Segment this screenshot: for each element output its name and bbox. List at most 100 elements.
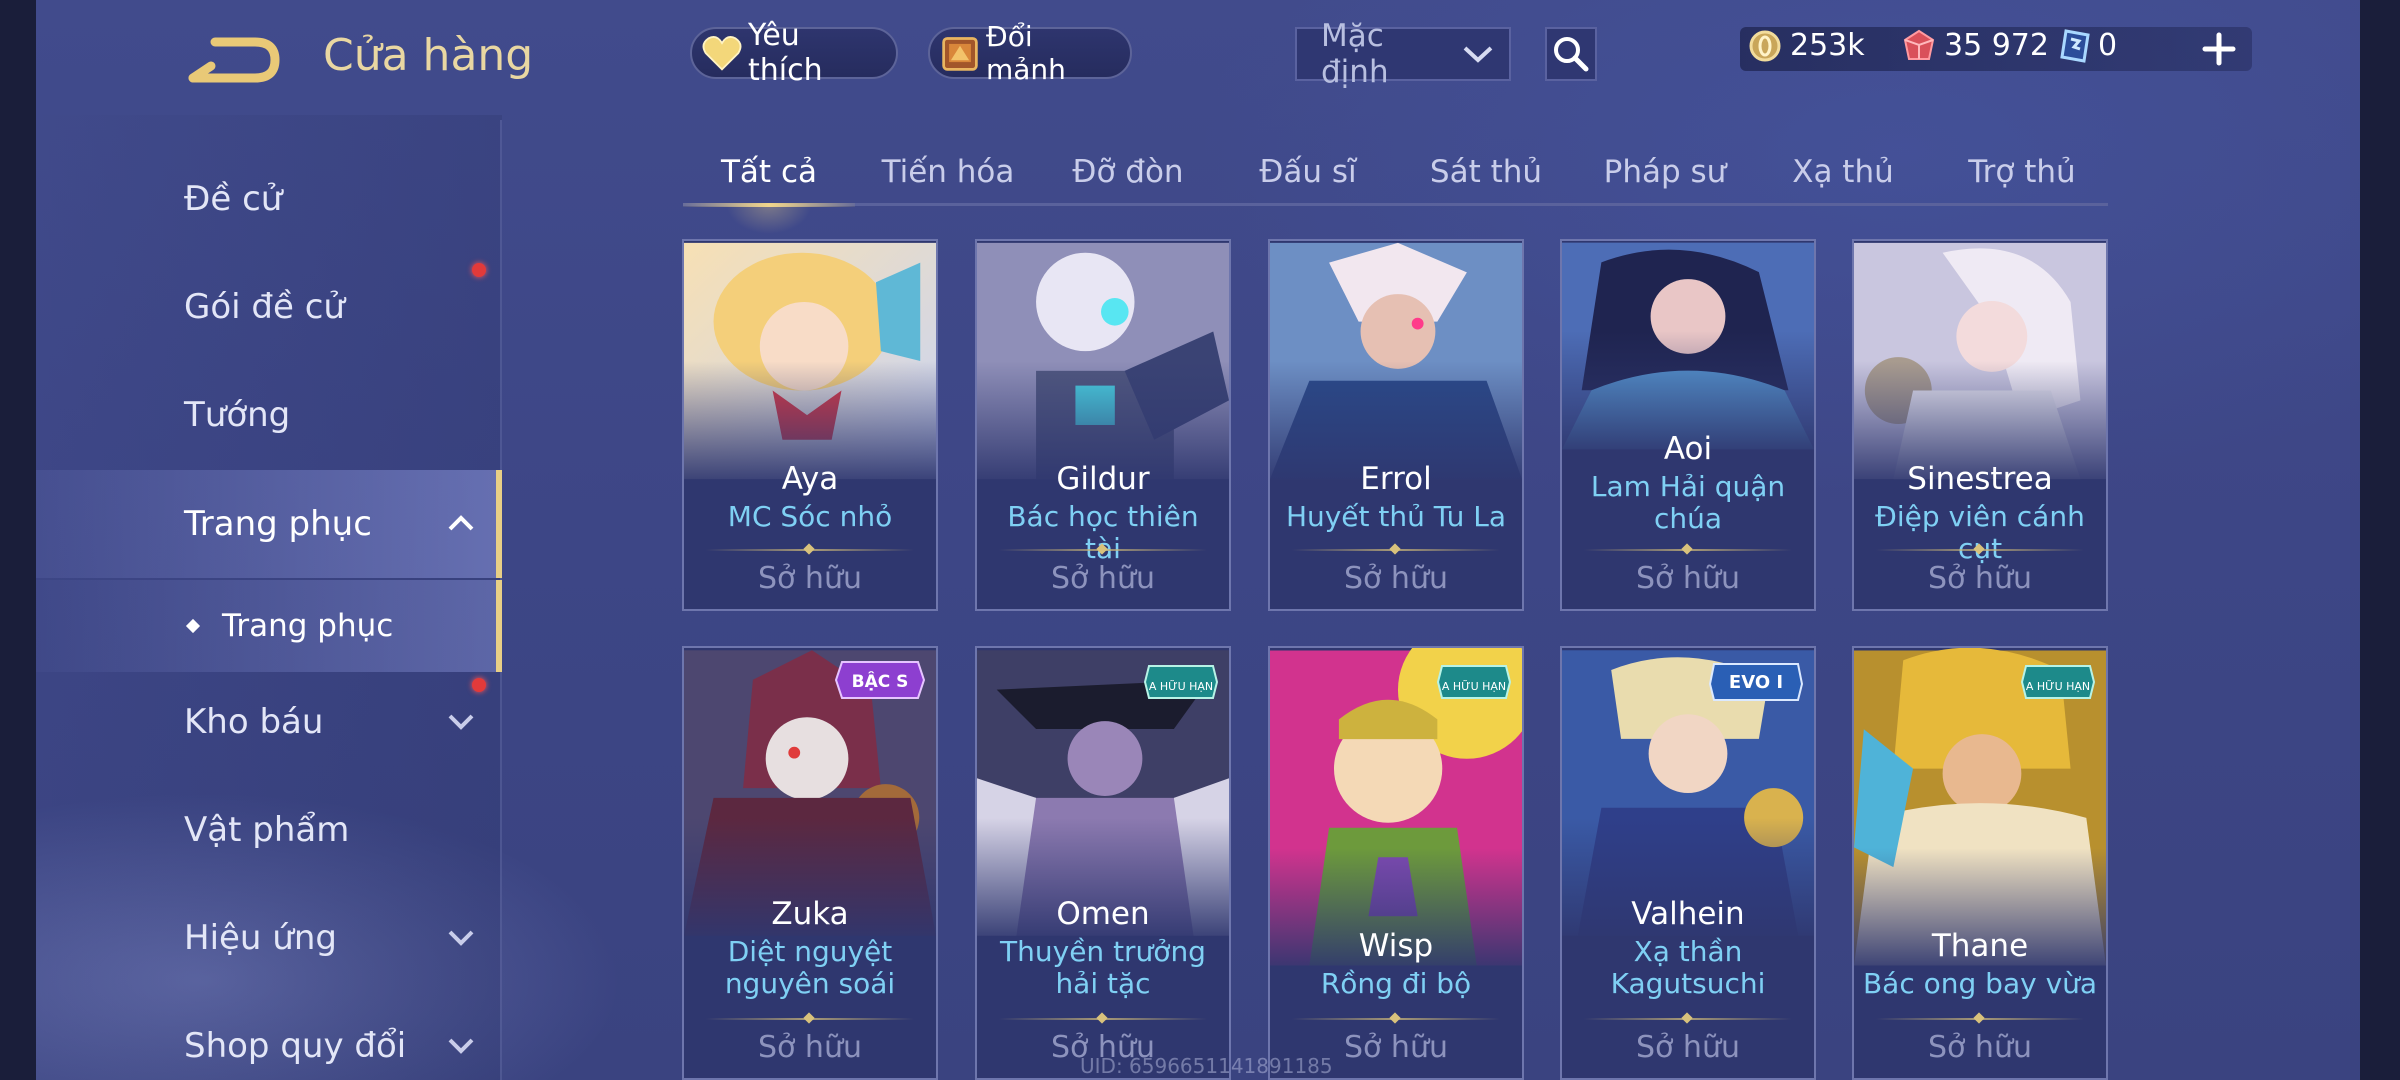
hero-name: Wisp bbox=[1358, 928, 1434, 964]
hero-name: Sinestrea bbox=[1907, 461, 2053, 497]
badge-text: BẬC S bbox=[852, 670, 909, 692]
divider-gem-icon bbox=[1681, 543, 1693, 555]
sidebar-item-heroes[interactable]: Tướng bbox=[36, 365, 502, 465]
sidebar-item-treasure[interactable]: Kho báu bbox=[36, 672, 502, 772]
divider-gem-icon bbox=[1681, 1012, 1693, 1024]
ruby-amount: 35 972 bbox=[1944, 28, 2049, 63]
sidebar-item-effects[interactable]: Hiệu ứng bbox=[36, 888, 502, 988]
skin-card[interactable]: Aoi Lam Hải quận chúa Sở hữu bbox=[1560, 239, 1816, 611]
skin-card[interactable]: Aya MC Sóc nhỏ Sở hữu bbox=[682, 239, 938, 611]
exchange-label: Đổi mảnh bbox=[986, 20, 1066, 86]
skin-name: Lam Hải quận chúa bbox=[1590, 470, 1786, 535]
badge-text: A HỮU HẠN bbox=[2026, 680, 2090, 693]
tab-support[interactable]: Trợ thủ bbox=[1935, 140, 2109, 204]
search-button[interactable] bbox=[1545, 27, 1597, 81]
skin-card[interactable]: Errol Huyết thủ Tu La Sở hữu bbox=[1268, 239, 1524, 611]
tab-tank[interactable]: Đỡ đòn bbox=[1043, 140, 1213, 204]
owned-status: Sở hữu bbox=[1344, 561, 1448, 596]
hero-name: Omen bbox=[1056, 896, 1150, 932]
card-shade bbox=[977, 361, 1229, 521]
favorites-label: Yêu thích bbox=[748, 18, 823, 88]
hero-name: Gildur bbox=[1056, 461, 1150, 497]
divider-gem-icon bbox=[803, 1012, 815, 1024]
gold-amount: 253k bbox=[1790, 28, 1865, 63]
tier-s-badge: BẬC S bbox=[834, 660, 926, 704]
skin-name: Bác ong bay vừa bbox=[1862, 967, 2098, 1000]
owned-status: Sở hữu bbox=[1636, 561, 1740, 596]
sort-dropdown[interactable]: Mặc định bbox=[1295, 18, 1511, 90]
skin-name: Xạ thần Kagutsuchi bbox=[1610, 935, 1766, 1000]
sidebar-item-label: Vật phẩm bbox=[184, 810, 350, 850]
gold-balance: 253k bbox=[1748, 28, 1865, 63]
sidebar-item-label: Shop quy đổi bbox=[184, 1026, 407, 1066]
sidebar-item-recommended[interactable]: Đề cử bbox=[36, 149, 502, 249]
screen-bezel-left bbox=[0, 0, 36, 1080]
sort-value: Mặc định bbox=[1321, 18, 1389, 90]
notification-dot bbox=[472, 678, 486, 692]
owned-status: Sở hữu bbox=[1928, 1030, 2032, 1065]
skin-name: Rồng đi bộ bbox=[1320, 967, 1472, 1000]
chevron-down-icon bbox=[448, 714, 474, 730]
skin-card[interactable]: Gildur Bác học thiên tài Sở hữu bbox=[975, 239, 1231, 611]
tab-all[interactable]: Tất cả bbox=[683, 140, 855, 234]
sidebar-item-items[interactable]: Vật phẩm bbox=[36, 780, 502, 880]
sidebar-subitem-label: Trang phục bbox=[222, 608, 394, 644]
skin-card[interactable]: Sinestrea Điệp viên cánh cụt Sở hữu bbox=[1852, 239, 2108, 611]
divider-gem-icon bbox=[803, 543, 815, 555]
notification-dot bbox=[472, 263, 486, 277]
favorites-button[interactable]: Yêu thích bbox=[690, 18, 898, 88]
divider-gem-icon bbox=[1389, 543, 1401, 555]
badge-text: A HỮU HẠN bbox=[1442, 680, 1506, 693]
role-tabs: Tất cả Tiến hóa Đỡ đòn Đấu sĩ Sát thủ Ph… bbox=[683, 140, 2109, 234]
skin-name: Huyết thủ Tu La bbox=[1285, 500, 1507, 533]
card-shade bbox=[1270, 361, 1522, 521]
chevron-down-icon bbox=[448, 930, 474, 946]
owned-status: Sở hữu bbox=[1636, 1030, 1740, 1065]
plus-icon bbox=[2202, 32, 2236, 66]
skin-name: Điệp viên cánh cụt bbox=[1875, 500, 2085, 565]
exchange-fragments-button[interactable]: Đổi mảnh bbox=[928, 20, 1132, 86]
add-currency-button[interactable] bbox=[2196, 26, 2242, 72]
hero-name: Errol bbox=[1360, 461, 1432, 497]
bullet-icon bbox=[185, 618, 201, 634]
skin-card[interactable]: A HỮU HẠN Omen Thuyền trưởng hải tặc Sở … bbox=[975, 646, 1231, 1080]
page-title: Cửa hàng bbox=[323, 30, 534, 81]
gold-coin-icon bbox=[1749, 30, 1781, 61]
skin-name: Thuyền trưởng hải tặc bbox=[1000, 935, 1206, 1000]
skin-card[interactable]: BẬC S Zuka Diệt nguyệt nguyên soái Sở hữ… bbox=[682, 646, 938, 1080]
search-icon bbox=[1554, 37, 1589, 72]
tab-marksman[interactable]: Xạ thủ bbox=[1756, 140, 1930, 204]
chevron-down-icon bbox=[448, 1038, 474, 1054]
skin-card[interactable]: A HỮU HẠN Wisp Rồng đi bộ Sở hữu bbox=[1268, 646, 1524, 1080]
tab-mage[interactable]: Pháp sư bbox=[1578, 140, 1752, 204]
sidebar-item-label: Gói đề cử bbox=[184, 287, 345, 327]
limited-a-badge: A HỮU HẠN bbox=[2020, 660, 2096, 704]
skin-name: MC Sóc nhỏ bbox=[727, 500, 893, 533]
sidebar-item-recommended-packs[interactable]: Gói đề cử bbox=[36, 257, 502, 357]
sidebar-item-skins[interactable]: Trang phục bbox=[36, 470, 502, 578]
skin-card[interactable]: EVO I Valhein Xạ thần Kagutsuchi Sở hữu bbox=[1560, 646, 1816, 1080]
tab-evolution[interactable]: Tiến hóa bbox=[863, 140, 1033, 204]
tab-assassin[interactable]: Sát thủ bbox=[1401, 140, 1571, 204]
screen-bezel-right bbox=[2360, 0, 2400, 1080]
hero-name: Aya bbox=[781, 461, 839, 497]
skin-card[interactable]: A HỮU HẠN Thane Bác ong bay vừa Sở hữu bbox=[1852, 646, 2108, 1080]
ruby-balance: 35 972 bbox=[1902, 28, 2049, 63]
card-shade bbox=[1854, 361, 2106, 521]
back-arrow-icon bbox=[188, 37, 280, 83]
voucher-amount: 0 bbox=[2098, 28, 2118, 63]
badge-text: A HỮU HẠN bbox=[1149, 680, 1213, 693]
sidebar-item-exchange-shop[interactable]: Shop quy đổi bbox=[36, 996, 502, 1080]
sidebar-subitem-skins[interactable]: Trang phục bbox=[36, 580, 502, 672]
badge-text: EVO I bbox=[1729, 672, 1783, 693]
chevron-up-icon bbox=[448, 515, 474, 531]
back-button[interactable] bbox=[185, 30, 285, 90]
tab-warrior[interactable]: Đấu sĩ bbox=[1223, 140, 1393, 204]
limited-a-badge: A HỮU HẠN bbox=[1143, 660, 1219, 704]
card-shade bbox=[1562, 331, 1814, 491]
voucher-balance: 0 bbox=[2060, 28, 2117, 63]
sidebar-item-label: Hiệu ứng bbox=[184, 918, 337, 958]
owned-status: Sở hữu bbox=[758, 1030, 862, 1065]
user-id-watermark: UID: 6596651141891185 bbox=[1080, 1054, 1333, 1078]
sidebar-item-label: Kho báu bbox=[184, 702, 324, 742]
